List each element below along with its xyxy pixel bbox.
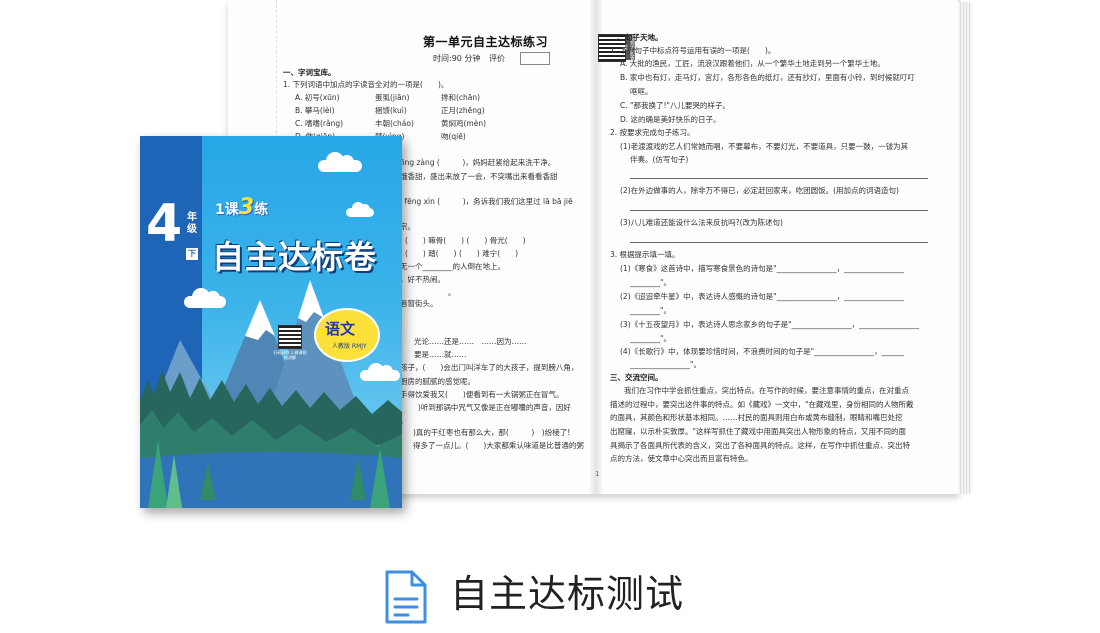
cover-title: 自主达标卷 — [212, 238, 378, 276]
paragraph-line: 出窟窿，以示朴实敦厚。"这样写抓住了藏戏中用面具突出人物形象的特点，又用不同的面 — [610, 427, 906, 436]
section-title: 二、句子天地。 — [610, 33, 663, 42]
text-line: ，好不热闹。 — [400, 275, 445, 284]
sub-question: 伴奏。(仿写句子) — [630, 155, 689, 164]
text-line: 厨房的腻腻的感觉呢。 — [400, 377, 475, 386]
text-line: ( )听到那锅中咒气又像是正在嘟囔的声音，因好 — [400, 403, 571, 412]
book-gutter — [590, 0, 602, 494]
text-line: 唇窗街头。 — [400, 299, 438, 308]
text-line: ( ) 嘛骨( ) ( ) 骨光( ) — [405, 236, 526, 245]
cover-side-band — [140, 136, 202, 508]
series-suffix: 练 — [254, 202, 269, 218]
page-number: 1 — [595, 470, 600, 478]
series-logo: 1课3练 — [215, 195, 268, 220]
sub-question: (2)在外边做事的人，除非万不得已，必定赶回家来，吃团圆饭。(用加点的词语造句) — [620, 186, 899, 195]
section-title: 三、交流空间。 — [610, 373, 663, 382]
volume-badge: 下 — [186, 248, 198, 260]
answer-line — [630, 234, 928, 243]
option: 哐哐。 — [630, 87, 653, 96]
exercise-time: 时间:90 分钟 评价 — [433, 53, 505, 65]
fill-item: (1)《寒食》这首诗中，描写寒食景色的诗句是"________________，… — [620, 264, 905, 273]
option: C. "那我换了!"八儿要哭的样子。 — [620, 101, 730, 110]
fill-item: (3)《十五夜望月》中，表达诗人思念家乡的句子是"_______________… — [620, 320, 920, 329]
cloud-icon — [184, 288, 226, 308]
answer-line — [630, 170, 928, 179]
option-b: 蛋虱(jiān) — [375, 93, 410, 102]
option: D. 这的确是美好快乐的日子。 — [620, 115, 721, 124]
option: A. 大批的渔民，工匠，流浪汉跟着他们，从一个繁华土地走到另一个繁华土地。 — [620, 59, 885, 68]
text-line: )真的干红枣也有那么大，那( ) )纷棱了! — [413, 428, 571, 437]
text-line: 宗。 — [400, 222, 415, 231]
fill-item: ________"。 — [630, 334, 671, 343]
fill-item: (4)《长歌行》中，体现要珍惜时间，不浪费时间的句子是"____________… — [620, 347, 905, 356]
text-line: ( ) 踏( ) ( ) 难宁( ) — [405, 249, 519, 258]
eval-label: 评价 — [488, 54, 505, 63]
answer-line — [630, 202, 928, 211]
question: 3. 根据提示填一填。 — [610, 250, 680, 259]
fill-item: ________________"。 — [630, 360, 701, 369]
option-a: B. 攀马(lèi) — [295, 106, 335, 115]
question: 2. 按要求完成句子练习。 — [610, 128, 695, 137]
question: 1. 下列句子中标点符号运用有误的一项是( )。 — [610, 46, 776, 55]
qr-caption: 扫码获取 1.微课视频讲解 — [273, 350, 307, 361]
qr-code-icon — [278, 325, 302, 349]
text-line: 。 — [448, 288, 456, 297]
option-c: 正月(zhēng) — [441, 106, 485, 115]
text-line: 孩子，( )会出门叫洋车了的大孩子，提到膀八角， — [400, 363, 579, 372]
paragraph-line: 具揭示了各面具所代表的含义，突出了各种面具的特点。这样，在写作中抓住重点、突出特 — [610, 441, 910, 450]
cloud-icon — [360, 363, 400, 381]
option-c: 黄焖鸡(mèn) — [441, 119, 487, 128]
option: B. 家中也有灯，走马灯，宫灯，各形各色的纸灯，还有抄灯，里面有小铃，到时候就叮… — [620, 73, 915, 82]
text-line: ǐ fēng xìn ( )，务诉我们我们这里过 lā bā jiē — [400, 197, 573, 206]
text-line: 要是……就…… — [414, 350, 467, 359]
document-icon — [385, 570, 427, 624]
eval-box — [520, 52, 550, 65]
option-a: C. 嗜嗜(rǎng) — [295, 119, 344, 128]
sub-question: (1)老渡渡戏的艺人们常她而唱，不要幕布，不要灯光，不要道具，只要一鼓，一钹为其 — [620, 142, 909, 151]
series-number: 3 — [238, 195, 255, 220]
cloud-icon — [318, 152, 362, 172]
text-line: 无一个________的人倒在地上。 — [400, 262, 505, 271]
paragraph-line: 我们在习作中学会抓住重点，突出特点。在写作的时候，要注意事情的重点，在对重点 — [624, 386, 909, 395]
edition-label: 人教版 RMJY — [332, 343, 367, 350]
option-c: 吻(qiē) — [441, 132, 466, 141]
fill-item: ________"。 — [630, 278, 671, 287]
text-line: 光论……还是…… ……因为…… — [414, 337, 527, 346]
sub-question: (3)八儿难道还能设什么法来反抗吗?(改为陈述句) — [620, 218, 783, 227]
series-prefix: 1课 — [215, 202, 239, 218]
text-line: ōng zàng ( )，妈妈赶紧给起来洗干净。 — [400, 158, 556, 167]
option-a: A. 初号(xūn) — [295, 93, 340, 102]
subject-label: 语文 — [325, 320, 356, 338]
option-c: 搀和(chān) — [441, 93, 481, 102]
text-line: 手得饮爱我又( )便看到有一大锅粥正在冒气。 — [400, 390, 564, 399]
exercise-title: 第一单元自主达标练习 — [423, 35, 549, 49]
grade-number: 4 — [146, 194, 183, 254]
text-line: 得多了一点儿。( )大家都乘认味道是比普通的粥 — [413, 441, 584, 450]
question: 1. 下列词语中加点的字读音全对的一项是( )。 — [283, 80, 449, 89]
time-label: 时间:90 分钟 — [433, 54, 481, 63]
grade-label: 年级 — [187, 212, 197, 235]
option-b: 捆馈(kuì) — [375, 106, 407, 115]
section-title: 一、字词宝库。 — [283, 68, 336, 77]
paragraph-line: 的面具，其颜色和形状基本相同。……村民的面具则用白布或黄布缝制，眼睛和嘴巴处挖 — [610, 413, 903, 422]
caption-title: 自主达标测试 — [450, 572, 685, 616]
cloud-icon — [346, 202, 374, 217]
paragraph-line: 点的方法，使文章中心突出而且富有特色。 — [610, 454, 753, 463]
paragraph-line: 描述的过程中，要突出这件事的特点。如《藏戏》一文中，"在藏戏里，身份相同的人物所… — [610, 400, 914, 409]
option-b: 丰朝(cháo) — [375, 119, 414, 128]
fill-item: (2)《迢迢牵牛星》中，表达诗人感慨的诗句是"________________，… — [620, 292, 905, 301]
text-line: 饿香甜，盛出来放了一会，不突嘴出来看看香甜 — [400, 172, 558, 181]
fill-item: ________"。 — [630, 306, 671, 315]
